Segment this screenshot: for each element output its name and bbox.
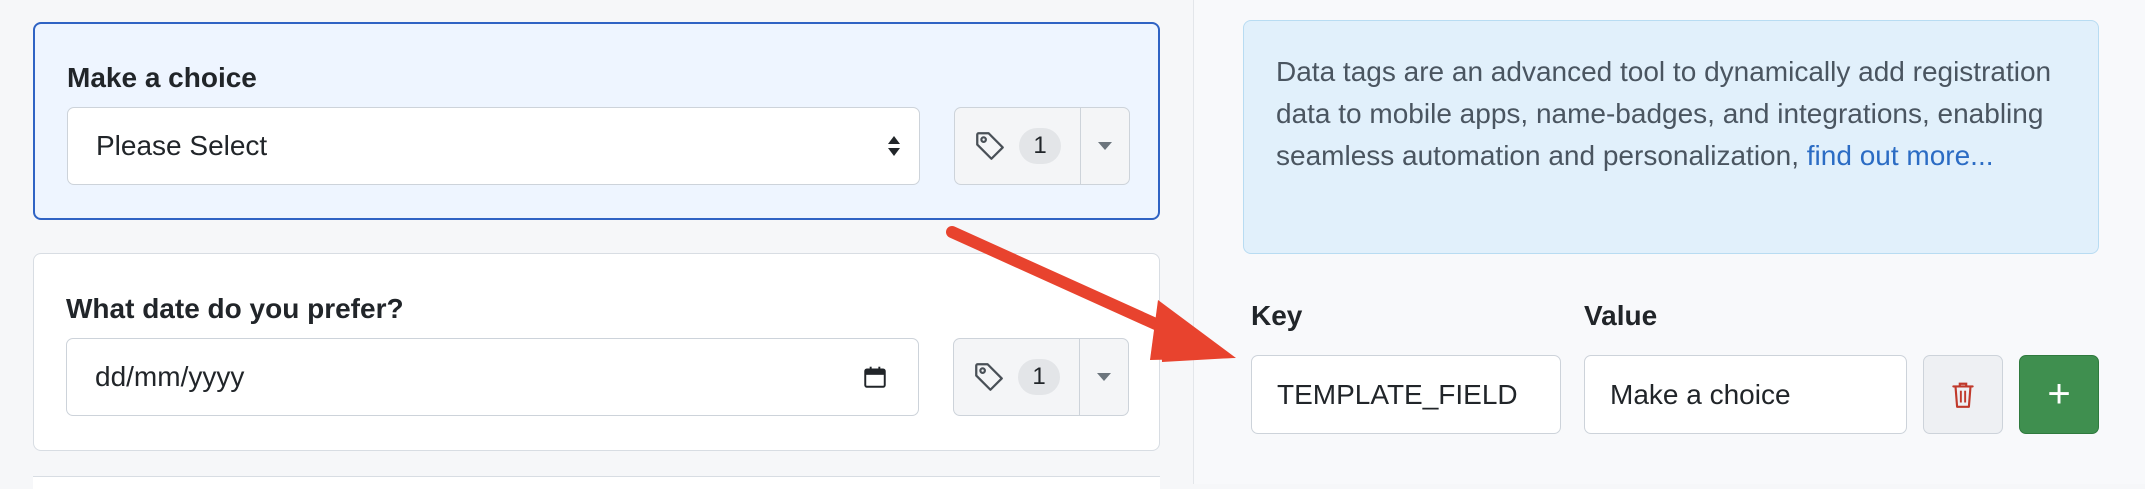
tag-icon xyxy=(976,132,1004,160)
data-tag-button[interactable]: 1 xyxy=(954,339,1080,415)
value-label: Value xyxy=(1584,300,1658,331)
tag-count-badge: 1 xyxy=(1018,359,1060,395)
select-arrows-icon xyxy=(888,136,900,156)
question-card-choice[interactable]: Make a choice Please Select 1 xyxy=(33,22,1160,220)
date-placeholder: dd/mm/yyyy xyxy=(95,361,245,392)
tag-icon xyxy=(975,363,1003,391)
choice-select[interactable]: Please Select xyxy=(67,107,920,185)
find-out-more-link[interactable]: find out more... xyxy=(1807,140,1994,171)
tag-dropdown-toggle[interactable] xyxy=(1080,339,1128,415)
question-label: What date do you prefer? xyxy=(66,293,404,324)
question-label: Make a choice xyxy=(67,62,257,93)
caret-down-icon xyxy=(1097,373,1111,381)
trash-icon xyxy=(1952,382,1974,408)
add-tag-button[interactable]: + xyxy=(2019,355,2099,434)
question-card-date[interactable]: What date do you prefer? dd/mm/yyyy 1 xyxy=(33,253,1160,451)
data-tag-button-group: 1 xyxy=(953,338,1129,416)
info-alert: Data tags are an advanced tool to dynami… xyxy=(1243,20,2099,254)
delete-tag-button[interactable] xyxy=(1923,355,2003,434)
tag-count-badge: 1 xyxy=(1019,128,1061,164)
select-value: Please Select xyxy=(96,130,268,161)
date-input[interactable]: dd/mm/yyyy xyxy=(66,338,919,416)
form-area: Make a choice Please Select 1 What date … xyxy=(0,0,1193,489)
data-tags-panel: Data tags are an advanced tool to dynami… xyxy=(1193,0,2145,484)
tag-dropdown-toggle[interactable] xyxy=(1081,108,1129,184)
calendar-icon[interactable] xyxy=(862,364,888,390)
caret-down-icon xyxy=(1098,142,1112,150)
data-tag-button[interactable]: 1 xyxy=(955,108,1081,184)
next-question-card xyxy=(33,476,1160,489)
value-input[interactable]: Make a choice xyxy=(1584,355,1907,434)
key-input[interactable]: TEMPLATE_FIELD xyxy=(1251,355,1561,434)
data-tag-button-group: 1 xyxy=(954,107,1130,185)
key-label: Key xyxy=(1251,300,1303,331)
